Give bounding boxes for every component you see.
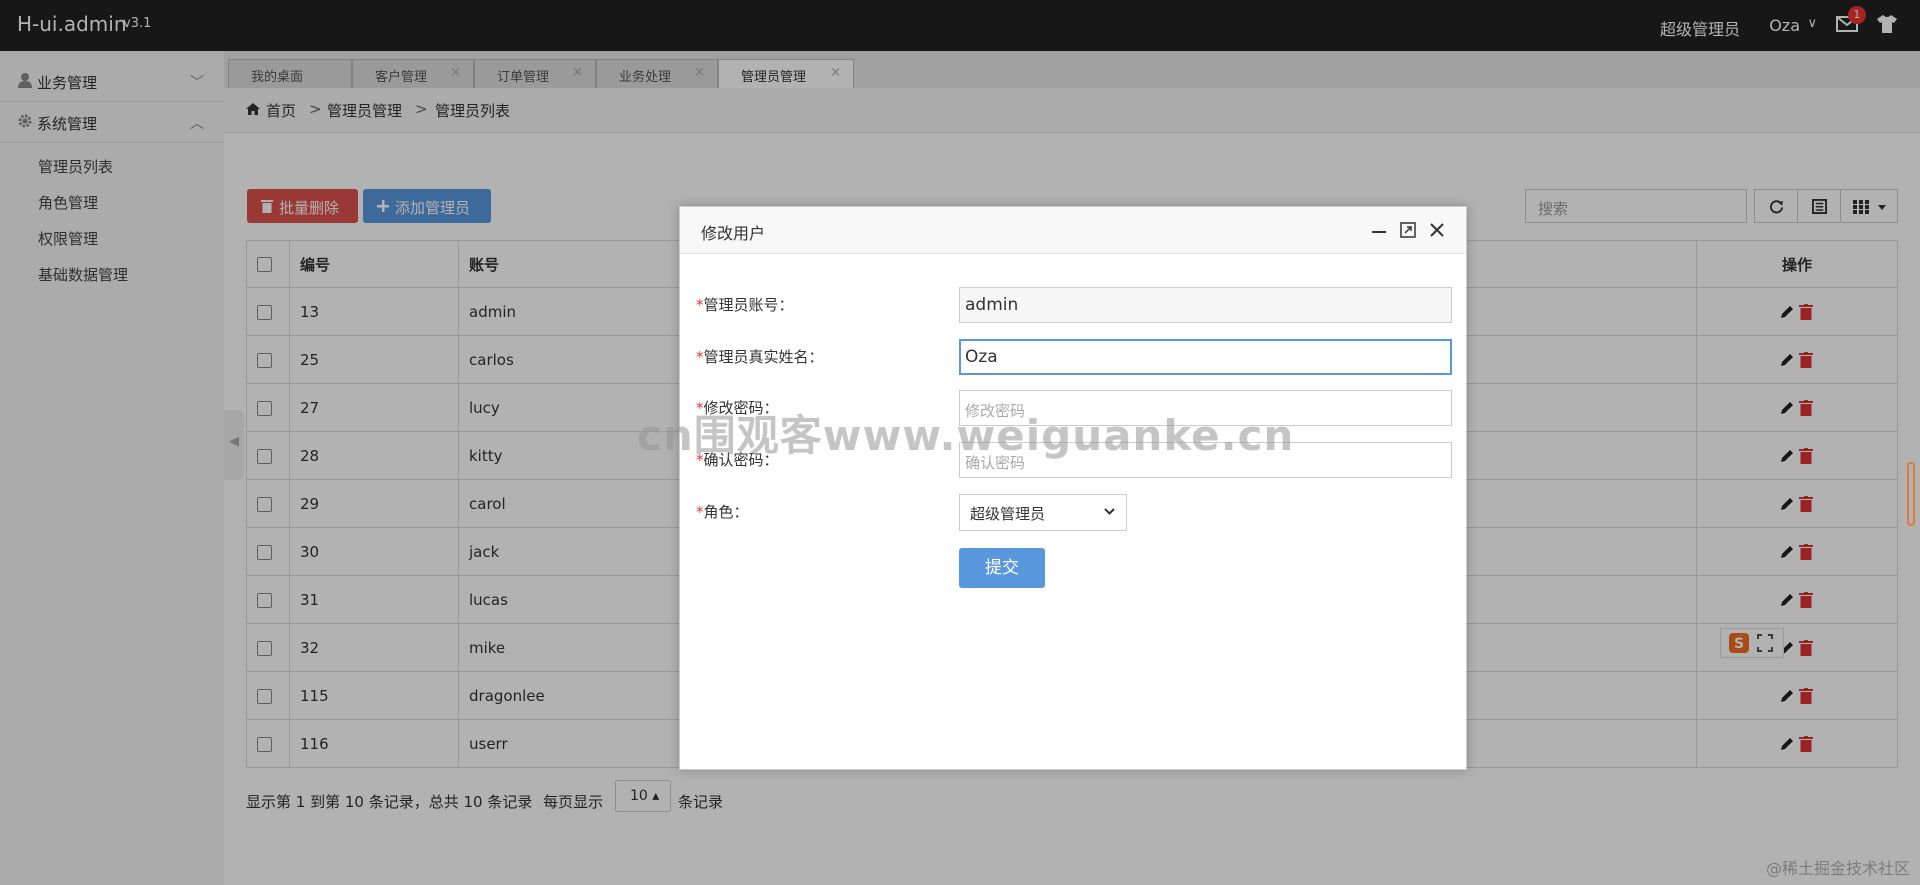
corner-watermark: @稀土掘金技术社区 [1765,859,1910,878]
realname-label: *管理员真实姓名： [696,346,824,367]
role-label-text: 角色： [703,503,749,521]
scrollbar-thumb[interactable] [1907,462,1915,526]
edit-user-dialog: 修改用户 *管理员账号： admin *管理员真实姓名： Oza *修改密码： … [679,206,1467,770]
required-mark: * [696,296,704,314]
role-select[interactable]: 超级管理员 [959,494,1127,531]
account-field[interactable]: admin [959,287,1452,323]
dialog-header: 修改用户 [680,207,1466,254]
dialog-title: 修改用户 [701,224,766,243]
realname-label-text: 管理员真实姓名： [703,348,824,366]
required-mark: * [696,348,704,366]
role-label: *角色： [696,501,749,522]
chevron-down-icon [1104,508,1115,515]
maximize-icon[interactable] [1400,222,1416,238]
required-mark: * [696,503,704,521]
minimize-icon[interactable] [1371,222,1387,238]
account-label-text: 管理员账号： [703,296,794,314]
site-watermark: cn围观客www.weiguanke.cn [637,411,1295,460]
role-select-value: 超级管理员 [970,505,1046,523]
account-label: *管理员账号： [696,294,794,315]
realname-field[interactable]: Oza [959,339,1452,375]
close-icon[interactable] [1429,222,1445,238]
submit-button[interactable]: 提交 [959,548,1045,588]
